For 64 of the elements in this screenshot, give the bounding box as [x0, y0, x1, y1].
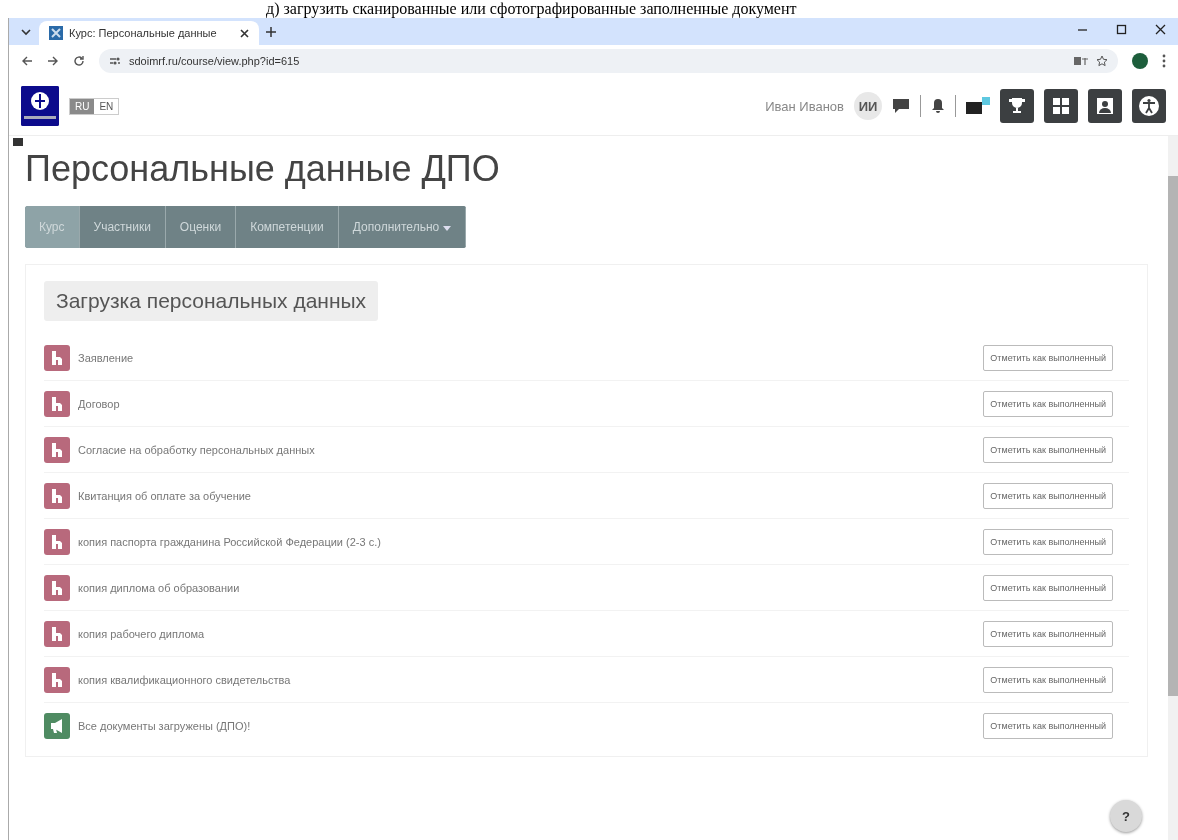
grid-icon [1051, 96, 1071, 116]
activity-link[interactable]: копия диплома об образовании [78, 581, 976, 594]
badge-icon[interactable] [966, 97, 990, 115]
mark-done-button[interactable]: Отметить как выполненный [983, 666, 1113, 693]
language-option[interactable]: RU [70, 98, 95, 114]
translate-icon[interactable] [1074, 56, 1088, 66]
profile-icon[interactable] [1132, 53, 1148, 69]
person-button[interactable] [1088, 89, 1122, 123]
assignment-icon[interactable] [44, 528, 70, 555]
activity-link[interactable]: Договор [78, 397, 976, 410]
reload-icon[interactable] [73, 55, 85, 67]
maximize-icon[interactable] [1116, 23, 1127, 35]
course-title: Персональные данные ДПО [25, 148, 501, 190]
megaphone-icon[interactable] [44, 712, 70, 739]
site-icon [49, 26, 63, 40]
new-tab-icon[interactable] [265, 25, 277, 38]
bell-icon[interactable] [931, 98, 945, 114]
site-settings-icon[interactable] [109, 56, 121, 66]
address-bar[interactable]: sdoimrf.ru/course/view.php?id=615 [99, 49, 1118, 73]
assignment-icon[interactable] [44, 574, 70, 601]
mark-done-button[interactable]: Отметить как выполненный [983, 712, 1113, 739]
section-title: Загрузка персональных данных [44, 281, 379, 321]
mark-done-button[interactable]: Отметить как выполненный [983, 482, 1113, 509]
assignment-icon[interactable] [44, 620, 70, 647]
activity-link[interactable]: Заявление [78, 351, 976, 364]
help-button[interactable]: ? [1110, 800, 1142, 832]
drawer-toggle-icon[interactable] [13, 138, 23, 146]
grid-button[interactable] [1044, 89, 1078, 123]
close-icon[interactable] [240, 28, 249, 38]
accessibility-icon [1138, 95, 1160, 117]
assignment-icon[interactable] [44, 436, 70, 463]
user-avatar[interactable]: ИИ [854, 92, 882, 120]
activity-link[interactable]: копия паспорта гражданина Российской Федерации (2-3 с.) [78, 535, 976, 548]
assignment-icon[interactable] [44, 666, 70, 693]
trophy-icon [1007, 96, 1027, 116]
trophy-button[interactable] [1000, 89, 1034, 123]
activity-link[interactable]: Все документы загружены (ДПО)! [78, 719, 976, 732]
logo-icon[interactable] [21, 86, 59, 126]
user-name[interactable]: Иван Иванов [765, 98, 844, 114]
browser-tab[interactable]: Курс: Персональные данные [39, 21, 259, 45]
scrollbar[interactable] [1168, 136, 1178, 840]
assignment-icon[interactable] [44, 482, 70, 509]
assignment-icon[interactable] [44, 344, 70, 371]
person-icon [1095, 96, 1115, 116]
mark-done-button[interactable]: Отметить как выполненный [983, 344, 1113, 371]
mark-done-button[interactable]: Отметить как выполненный [983, 436, 1113, 463]
chat-icon[interactable] [892, 98, 910, 114]
mark-done-button[interactable]: Отметить как выполненный [983, 390, 1113, 417]
mark-done-button[interactable]: Отметить как выполненный [983, 574, 1113, 601]
menu-icon[interactable] [1162, 54, 1166, 68]
activity-link[interactable]: Согласие на обработку персональных данных [78, 443, 976, 456]
assignment-icon[interactable] [44, 390, 70, 417]
document-caption: д) загрузить сканированные или сфотографированные заполненные документ [265, 0, 798, 18]
close-icon[interactable] [1155, 23, 1166, 35]
activity-link[interactable]: копия квалификационного свидетельства [78, 673, 976, 686]
mark-done-button[interactable]: Отметить как выполненный [983, 620, 1113, 647]
mark-done-button[interactable]: Отметить как выполненный [983, 528, 1113, 555]
forward-icon[interactable] [47, 55, 59, 67]
accessibility-button[interactable] [1132, 89, 1166, 123]
activity-link[interactable]: копия рабочего диплома [78, 627, 976, 640]
star-icon[interactable] [1096, 55, 1108, 67]
back-icon[interactable] [21, 55, 33, 67]
language-option[interactable]: EN [94, 98, 119, 114]
activity-link[interactable]: Квитанция об оплате за обучение [78, 489, 976, 502]
